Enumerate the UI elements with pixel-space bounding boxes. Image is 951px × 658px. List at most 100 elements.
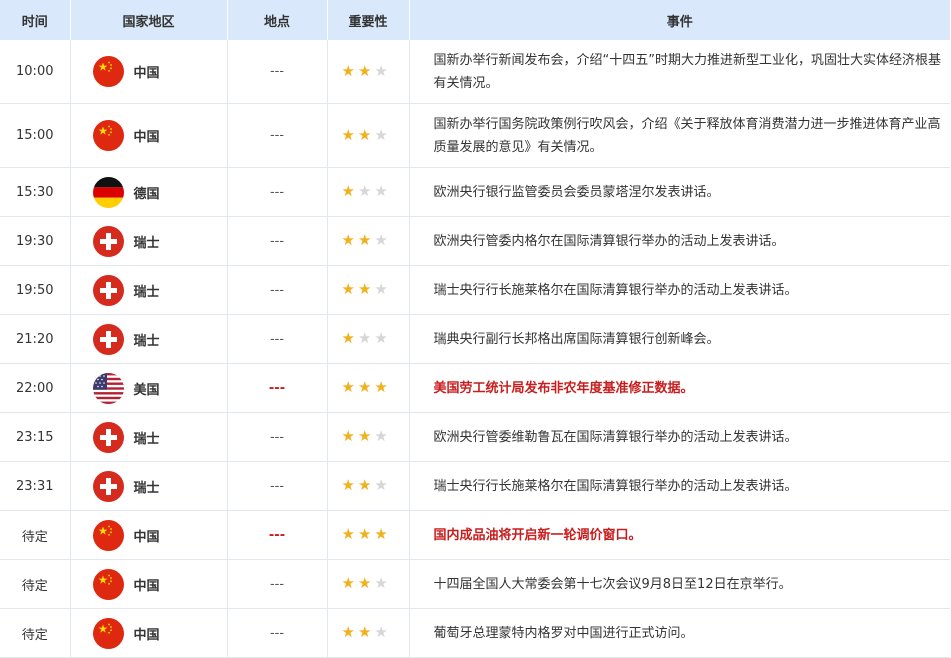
event-place: --- (227, 216, 328, 266)
event-description: 瑞士央行行长施莱格尔在国际清算银行举办的活动上发表讲话。 (409, 461, 950, 511)
importance-stars: ★ ★ ★ (327, 363, 410, 413)
event-place: --- (227, 265, 328, 315)
star-empty-icon: ★ (374, 61, 388, 80)
event-description: 欧洲央行管委维勒鲁瓦在国际清算银行举办的活动上发表讲话。 (409, 412, 950, 462)
star-filled-icon: ★ (357, 525, 372, 543)
event-time: 待定 (0, 608, 71, 658)
country-name: 瑞士 (133, 284, 160, 300)
star-filled-icon: ★ (341, 525, 355, 543)
event-description: 欧洲央行银行监管委员会委员蒙塔涅尔发表讲话。 (409, 167, 950, 217)
star-filled-icon: ★ (341, 280, 355, 298)
event-country: 中国 (70, 510, 228, 560)
header-country: 国家地区 (70, 0, 228, 40)
country-name: 瑞士 (133, 431, 160, 447)
importance-stars: ★ ★ ★ (327, 40, 410, 104)
star-filled-icon: ★ (357, 623, 372, 641)
star-filled-icon: ★ (357, 378, 372, 396)
event-time: 15:00 (0, 103, 71, 168)
star-filled-icon: ★ (357, 280, 372, 298)
germany-flag-icon (92, 176, 124, 208)
star-filled-icon: ★ (341, 378, 355, 396)
china-flag-icon (92, 568, 124, 600)
country-name: 瑞士 (133, 235, 160, 251)
star-filled-icon: ★ (341, 427, 355, 445)
star-empty-icon: ★ (374, 329, 388, 347)
event-time: 22:00 (0, 363, 71, 413)
event-time: 21:20 (0, 314, 71, 364)
importance-stars: ★ ★ ★ (327, 412, 410, 462)
star-filled-icon: ★ (357, 476, 372, 494)
event-place: --- (227, 461, 328, 511)
event-place: --- (227, 608, 328, 658)
star-filled-icon: ★ (357, 125, 372, 144)
star-empty-icon: ★ (374, 476, 388, 494)
event-time: 23:31 (0, 461, 71, 511)
header-place: 地点 (227, 0, 328, 40)
event-description: 瑞士央行行长施莱格尔在国际清算银行举办的活动上发表讲话。 (409, 265, 950, 315)
switzerland-flag-icon (92, 323, 124, 355)
star-filled-icon: ★ (341, 574, 355, 592)
event-time: 19:50 (0, 265, 71, 315)
importance-stars: ★ ★ ★ (327, 510, 410, 560)
importance-stars: ★ ★ ★ (327, 216, 410, 266)
star-empty-icon: ★ (357, 329, 372, 347)
event-place: --- (227, 167, 328, 217)
importance-stars: ★ ★ ★ (327, 461, 410, 511)
event-country: 中国 (70, 608, 228, 658)
event-country: 瑞士 (70, 412, 228, 462)
star-empty-icon: ★ (374, 623, 388, 641)
country-name: 瑞士 (133, 333, 160, 349)
economic-calendar-table: 时间 国家地区 地点 重要性 事件 10:00 中国 --- ★ ★ ★ 国新办举行新闻发布… (0, 0, 950, 658)
event-place: --- (227, 412, 328, 462)
event-description: 欧洲央行管委内格尔在国际清算银行举办的活动上发表讲话。 (409, 216, 950, 266)
star-filled-icon: ★ (341, 623, 355, 641)
event-description: 国内成品油将开启新一轮调价窗口。 (409, 510, 950, 560)
table-row: 10:00 中国 --- ★ ★ ★ 国新办举行新闻发布会，介绍“十四五”时期大力推进新型工… (0, 40, 950, 104)
event-description: 葡萄牙总理蒙特内格罗对中国进行正式访问。 (409, 608, 950, 658)
star-filled-icon: ★ (374, 525, 388, 543)
event-country: 美国 (70, 363, 228, 413)
table-row: 22:00 美国 --- ★ ★ ★ 美国劳工统计局发布非农年度基准修正数据。 (0, 363, 950, 413)
country-name: 中国 (133, 578, 160, 594)
star-filled-icon: ★ (357, 231, 372, 249)
country-name: 中国 (133, 66, 160, 81)
star-filled-icon: ★ (341, 125, 355, 144)
star-empty-icon: ★ (357, 182, 372, 200)
table-row: 待定 中国 --- ★ ★ ★ 葡萄牙总理蒙特内格罗对中国进行正式访问。 (0, 608, 950, 658)
star-empty-icon: ★ (374, 125, 388, 144)
switzerland-flag-icon (92, 470, 124, 502)
china-flag-icon (92, 120, 124, 151)
table-row: 待定 中国 --- ★ ★ ★ 国内成品油将开启新一轮调价窗口。 (0, 510, 950, 560)
country-name: 瑞士 (133, 480, 160, 496)
event-place: --- (227, 314, 328, 364)
event-description: 国新办举行国务院政策例行吹风会，介绍《关于释放体育消费潜力进一步推进体育产业高质… (409, 103, 950, 168)
country-name: 中国 (133, 627, 160, 643)
table-row: 19:30 瑞士 --- ★ ★ ★ 欧洲央行管委内格尔在国际清算银行举办的活动上发表讲话。 (0, 216, 950, 266)
switzerland-flag-icon (92, 421, 124, 453)
event-country: 德国 (70, 167, 228, 217)
event-country: 瑞士 (70, 216, 228, 266)
star-empty-icon: ★ (374, 427, 388, 445)
importance-stars: ★ ★ ★ (327, 167, 410, 217)
table-row: 23:15 瑞士 --- ★ ★ ★ 欧洲央行管委维勒鲁瓦在国际清算银行举办的活动上发表讲话… (0, 412, 950, 462)
country-name: 中国 (133, 529, 160, 545)
event-place: --- (227, 103, 328, 168)
star-filled-icon: ★ (357, 61, 372, 80)
event-place: --- (227, 510, 328, 560)
header-time: 时间 (0, 0, 71, 40)
header-event: 事件 (409, 0, 950, 40)
table-row: 15:00 中国 --- ★ ★ ★ 国新办举行国务院政策例行吹风会，介绍《关于释放体育消费… (0, 103, 950, 168)
star-filled-icon: ★ (341, 231, 355, 249)
star-filled-icon: ★ (341, 329, 355, 347)
table-body: 10:00 中国 --- ★ ★ ★ 国新办举行新闻发布会，介绍“十四五”时期大力推进新型工… (0, 40, 950, 658)
event-time: 待定 (0, 510, 71, 560)
event-time: 15:30 (0, 167, 71, 217)
switzerland-flag-icon (92, 225, 124, 257)
event-description: 瑞典央行副行长邦格出席国际清算银行创新峰会。 (409, 314, 950, 364)
china-flag-icon (92, 56, 124, 87)
importance-stars: ★ ★ ★ (327, 265, 410, 315)
china-flag-icon (92, 519, 124, 551)
country-name: 中国 (133, 130, 160, 145)
importance-stars: ★ ★ ★ (327, 608, 410, 658)
table-row: 19:50 瑞士 --- ★ ★ ★ 瑞士央行行长施莱格尔在国际清算银行举办的活动上发表讲话… (0, 265, 950, 315)
